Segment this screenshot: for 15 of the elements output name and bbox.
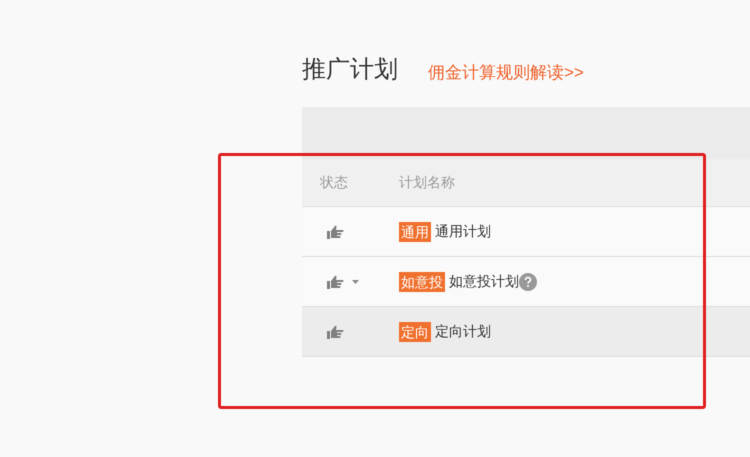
page-title: 推广计划 [302,58,398,82]
thumb-hand-icon [326,324,344,340]
plan-name[interactable]: 定向计划 [435,321,491,342]
caret-icon[interactable] [352,280,359,284]
thumb-hand-icon [326,224,344,240]
plan-name[interactable]: 如意投计划 [449,271,519,292]
plan-name[interactable]: 通用计划 [435,221,491,242]
table-row[interactable]: 定向 定向计划 [302,307,750,357]
help-icon[interactable] [519,272,537,290]
column-header: 状态 [319,173,349,192]
plan-tag: 如意投 [399,272,445,292]
thumb-hand-icon [326,274,344,290]
column-header: 计划名称 [399,173,455,192]
plan-tag: 定向 [399,322,431,342]
plan-tag: 通用 [399,222,431,242]
